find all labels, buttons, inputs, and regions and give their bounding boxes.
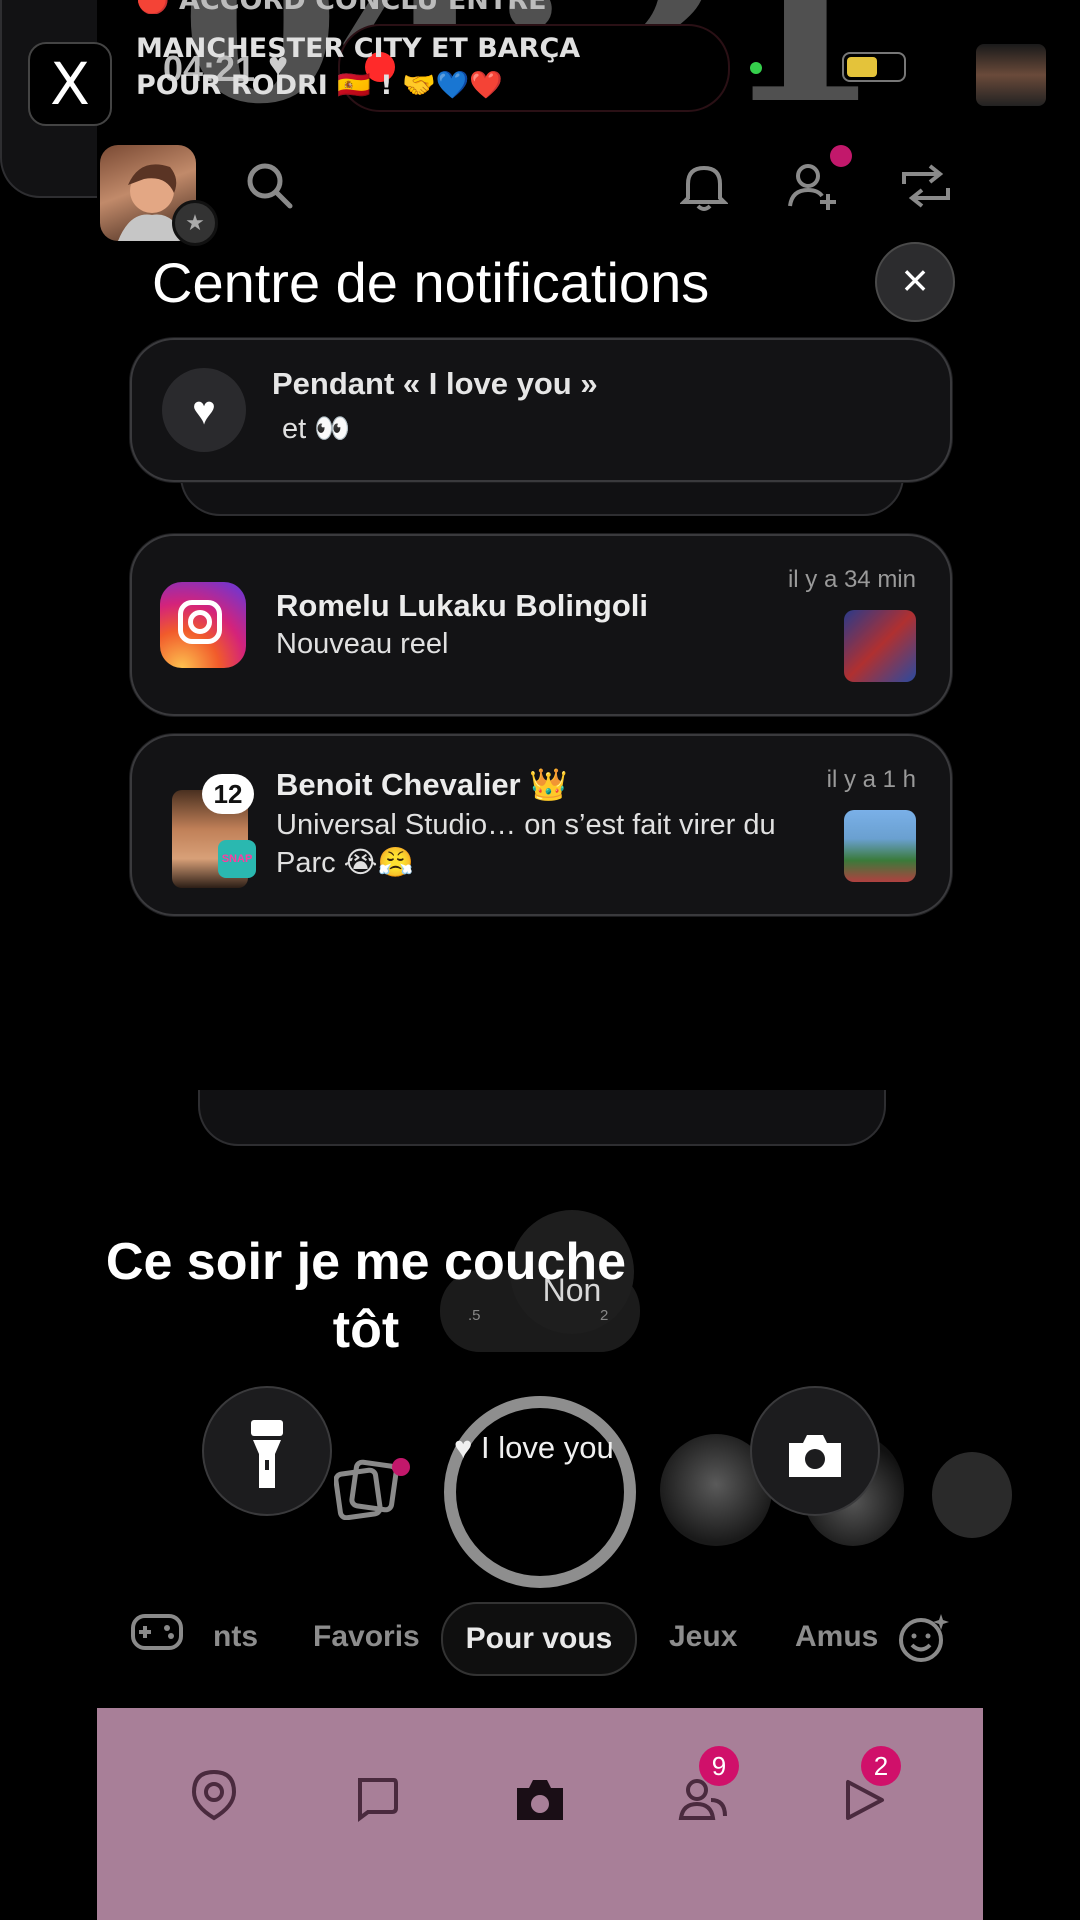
notification-dot xyxy=(830,145,852,167)
notification-stack-edge xyxy=(198,1090,886,1146)
camera-tab-icon[interactable] xyxy=(500,1768,580,1848)
notification-time: il y a 1 h xyxy=(826,766,916,793)
x-logo-icon: X xyxy=(28,42,112,126)
chat-icon[interactable] xyxy=(337,1768,417,1848)
camera-in-use-indicator xyxy=(750,62,762,74)
notification-card-snapchat[interactable]: 12 SNAP Benoit Chevalier 👑 Universal Stu… xyxy=(130,734,952,916)
notification-body: et 👀 xyxy=(282,413,351,445)
smiley-sparkle-icon[interactable] xyxy=(897,1612,949,1675)
tab-events[interactable]: nts xyxy=(213,1620,258,1654)
notification-headline-cut: 🔴 ACCORD CONCLU ENTRE xyxy=(136,0,656,14)
lens-thumbnail[interactable] xyxy=(932,1452,1012,1538)
bottom-navigation: 9 2 xyxy=(97,1708,983,1920)
tab-pour-vous[interactable]: Pour vous xyxy=(441,1602,637,1676)
bell-icon[interactable] xyxy=(679,160,729,224)
map-icon[interactable] xyxy=(174,1768,254,1848)
capture-button[interactable] xyxy=(444,1396,636,1588)
lens-label: ♥ I love you xyxy=(454,1430,614,1465)
tab-amusant[interactable]: Amus xyxy=(795,1620,878,1654)
stories-badge: 2 xyxy=(861,1746,901,1786)
notification-thumbnail xyxy=(844,810,916,882)
star-badge-icon: ★ xyxy=(172,200,218,246)
notification-center-title: Centre de notifications xyxy=(152,251,710,314)
memories-icon[interactable] xyxy=(333,1458,400,1533)
tab-jeux[interactable]: Jeux xyxy=(669,1620,737,1654)
unread-count-badge: 12 xyxy=(202,774,254,814)
notification-headline: MANCHESTER CITY ET BARÇA POUR RODRI 🇪🇸 !… xyxy=(136,33,581,101)
notification-card-heart[interactable]: ♥ Pendant « I love you » et 👀 xyxy=(130,338,952,482)
lens-category-tabs: nts Favoris Pour vous Jeux Amus xyxy=(97,1600,983,1690)
notification-body: Universal Studio… on s’est fait virer du… xyxy=(276,809,776,879)
close-icon[interactable]: × xyxy=(875,242,955,322)
notification-title: Romelu Lukaku Bolingoli xyxy=(276,588,649,623)
camera-icon xyxy=(789,1434,841,1477)
notification-thumbnail xyxy=(976,44,1046,106)
battery-icon xyxy=(842,52,906,82)
notification-title: Pendant « I love you » xyxy=(272,366,598,401)
snap-icon: SNAP xyxy=(218,840,256,878)
instagram-icon xyxy=(160,582,246,668)
video-caption: Ce soir je me couche tôt xyxy=(105,1233,627,1359)
notification-card-instagram[interactable]: Romelu Lukaku Bolingoli Nouveau reel il … xyxy=(130,534,952,716)
flashlight-button[interactable] xyxy=(202,1386,332,1516)
heart-icon: ♥ xyxy=(162,368,246,452)
notification-title: Benoit Chevalier 👑 xyxy=(276,767,568,802)
flip-camera-icon[interactable] xyxy=(894,160,958,224)
add-friend-icon[interactable] xyxy=(786,160,838,224)
friends-badge: 9 xyxy=(699,1746,739,1786)
notification-time: il y a 34 min xyxy=(787,566,916,593)
gamepad-icon[interactable] xyxy=(131,1612,183,1663)
search-icon[interactable] xyxy=(244,160,294,222)
memories-badge xyxy=(392,1458,410,1476)
notification-thumbnail xyxy=(844,610,916,682)
flashlight-icon xyxy=(251,1419,283,1488)
tab-favoris[interactable]: Favoris xyxy=(313,1620,420,1654)
notification-body: Nouveau reel xyxy=(276,628,449,660)
camera-button[interactable] xyxy=(750,1386,880,1516)
